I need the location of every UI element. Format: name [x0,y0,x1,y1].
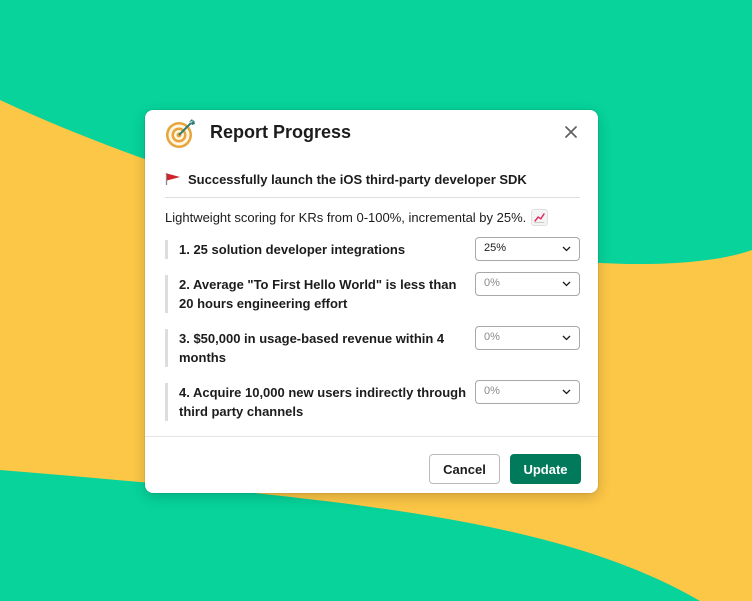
close-icon [565,126,577,138]
report-progress-dialog: Report Progress Successfully launch the … [145,110,598,493]
chevron-down-icon [562,246,571,252]
divider [165,197,580,198]
progress-select[interactable]: 0% [475,272,580,296]
progress-select[interactable]: 0% [475,380,580,404]
progress-select-placeholder: 0% [484,277,500,289]
scoring-description: Lightweight scoring for KRs from 0-100%,… [165,207,549,227]
footer-divider [145,436,598,437]
progress-select-placeholder: 0% [484,385,500,397]
chevron-down-icon [562,281,571,287]
target-icon [166,119,195,148]
scoring-description-text: Lightweight scoring for KRs from 0-100%,… [165,209,527,225]
objective: Successfully launch the iOS third-party … [165,170,527,188]
dialog-title: Report Progress [210,122,352,142]
objective-text: Successfully launch the iOS third-party … [188,171,527,187]
key-result-text: 1. 25 solution developer integrations [179,242,406,257]
key-result-item: 1. 25 solution developer integrations 25… [165,237,580,261]
update-button[interactable]: Update [510,454,581,484]
progress-select-placeholder: 0% [484,331,500,343]
progress-select-value: 25% [484,242,507,254]
key-result-item: 3. $50,000 in usage-based revenue within… [165,326,580,367]
red-flag-icon [165,173,180,185]
cancel-button[interactable]: Cancel [429,454,500,484]
key-result-text: 4. Acquire 10,000 new users indirectly t… [179,385,467,419]
progress-select[interactable]: 0% [475,326,580,350]
chart-increasing-icon [531,208,549,226]
chevron-down-icon [562,335,571,341]
key-result-text: 2. Average "To First Hello World" is les… [179,277,457,311]
key-result-text: 3. $50,000 in usage-based revenue within… [179,331,445,365]
close-button[interactable] [562,123,580,141]
chevron-down-icon [562,389,571,395]
dialog-header: Report Progress [145,110,598,158]
progress-select[interactable]: 25% [475,237,580,261]
key-result-item: 4. Acquire 10,000 new users indirectly t… [165,380,580,421]
key-result-item: 2. Average "To First Hello World" is les… [165,272,580,313]
